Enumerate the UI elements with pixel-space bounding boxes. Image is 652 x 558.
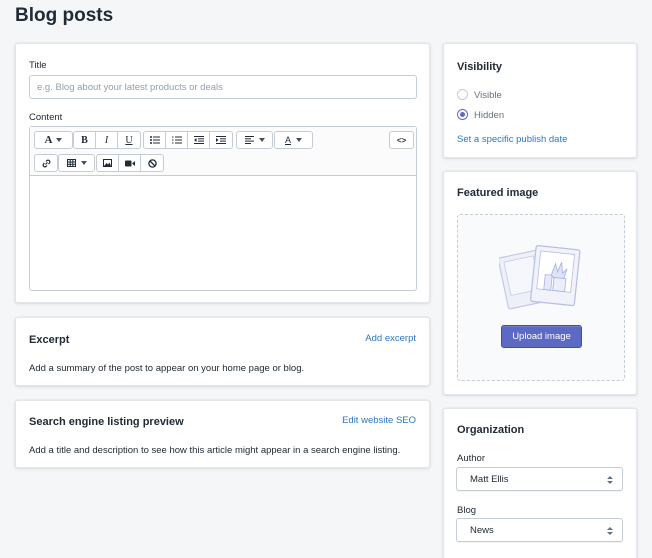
featured-image-card: Featured image Upload image	[443, 171, 637, 395]
editor-toolbar: A B I U A <>	[30, 127, 416, 176]
table-dropdown[interactable]	[59, 155, 94, 171]
seo-heading: Search engine listing preview	[29, 416, 184, 428]
author-label: Author	[457, 453, 485, 464]
italic-button[interactable]: I	[96, 132, 118, 148]
code-group: <>	[389, 131, 414, 149]
visibility-heading: Visibility	[457, 61, 503, 73]
indent-button[interactable]	[210, 132, 232, 148]
image-dropzone[interactable]: Upload image	[457, 214, 625, 381]
numbered-list-icon	[171, 136, 182, 144]
bold-button[interactable]: B	[74, 132, 96, 148]
bullet-list-button[interactable]	[144, 132, 166, 148]
photo-placeholder-icon	[499, 245, 581, 310]
format-group: B I U	[73, 131, 141, 149]
add-excerpt-link[interactable]: Add excerpt	[365, 333, 416, 344]
organization-card: Organization Author Matt Ellis Blog News	[443, 408, 637, 558]
blog-label: Blog	[457, 505, 477, 516]
bullet-list-icon	[149, 136, 160, 144]
content-label: Content	[29, 112, 63, 123]
show-html-button[interactable]: <>	[390, 132, 413, 148]
align-left-icon	[244, 136, 254, 144]
table-group	[58, 154, 95, 172]
visibility-card: Visibility Visible Hidden Set a specific…	[443, 43, 637, 158]
excerpt-card: Excerpt Add excerpt Add a summary of the…	[15, 317, 430, 386]
indent-icon	[216, 136, 226, 144]
chevron-down-icon	[80, 161, 87, 165]
edit-seo-link[interactable]: Edit website SEO	[342, 415, 416, 426]
seo-card: Search engine listing preview Edit websi…	[15, 400, 430, 468]
chevron-down-icon	[258, 138, 265, 142]
font-dropdown[interactable]: A	[35, 132, 72, 148]
visible-radio[interactable]	[457, 89, 468, 100]
clear-formatting-button[interactable]	[141, 155, 163, 171]
insert-link-group	[34, 154, 58, 172]
publish-date-link[interactable]: Set a specific publish date	[457, 134, 567, 145]
excerpt-description: Add a summary of the post to appear on y…	[29, 363, 305, 374]
blog-select[interactable]: News	[456, 518, 623, 542]
excerpt-heading: Excerpt	[29, 334, 70, 346]
font-group: A	[34, 131, 73, 149]
color-group: A	[274, 131, 313, 149]
table-icon	[66, 159, 76, 167]
outdent-button[interactable]	[188, 132, 210, 148]
image-icon	[103, 159, 112, 167]
featured-image-heading: Featured image	[457, 187, 539, 199]
outdent-icon	[193, 136, 204, 144]
visible-option-label[interactable]: Visible	[474, 90, 502, 101]
insert-link-button[interactable]	[35, 155, 57, 171]
blog-value: News	[470, 524, 494, 536]
title-label: Title	[29, 60, 47, 71]
seo-description: Add a title and description to see how t…	[29, 445, 401, 456]
hidden-radio[interactable]	[457, 109, 468, 120]
page-title: Blog posts	[15, 5, 114, 26]
rich-text-editor: A B I U A <>	[29, 126, 417, 291]
chevron-down-icon	[56, 138, 63, 142]
link-icon	[42, 159, 50, 167]
select-arrows-icon	[607, 527, 613, 535]
video-icon	[124, 160, 135, 166]
hidden-option-label[interactable]: Hidden	[474, 110, 504, 121]
author-select[interactable]: Matt Ellis	[456, 467, 623, 491]
align-group	[236, 131, 273, 149]
media-group	[96, 154, 164, 172]
text-color-dropdown[interactable]: A	[275, 132, 312, 148]
chevron-down-icon	[296, 138, 302, 142]
underline-button[interactable]: U	[118, 132, 140, 148]
organization-heading: Organization	[457, 424, 525, 436]
insert-video-button[interactable]	[119, 155, 141, 171]
insert-image-button[interactable]	[97, 155, 119, 171]
text-color-label: A	[284, 135, 291, 145]
numbered-list-button[interactable]	[166, 132, 188, 148]
upload-image-button[interactable]: Upload image	[501, 325, 582, 348]
post-content-card: Title Content A B I U	[15, 43, 430, 303]
list-group	[143, 131, 233, 149]
title-input[interactable]	[29, 75, 417, 99]
select-arrows-icon	[607, 476, 613, 484]
align-dropdown[interactable]	[237, 132, 272, 148]
block-icon	[147, 158, 157, 168]
author-value: Matt Ellis	[470, 473, 509, 485]
font-label: A	[44, 134, 53, 146]
